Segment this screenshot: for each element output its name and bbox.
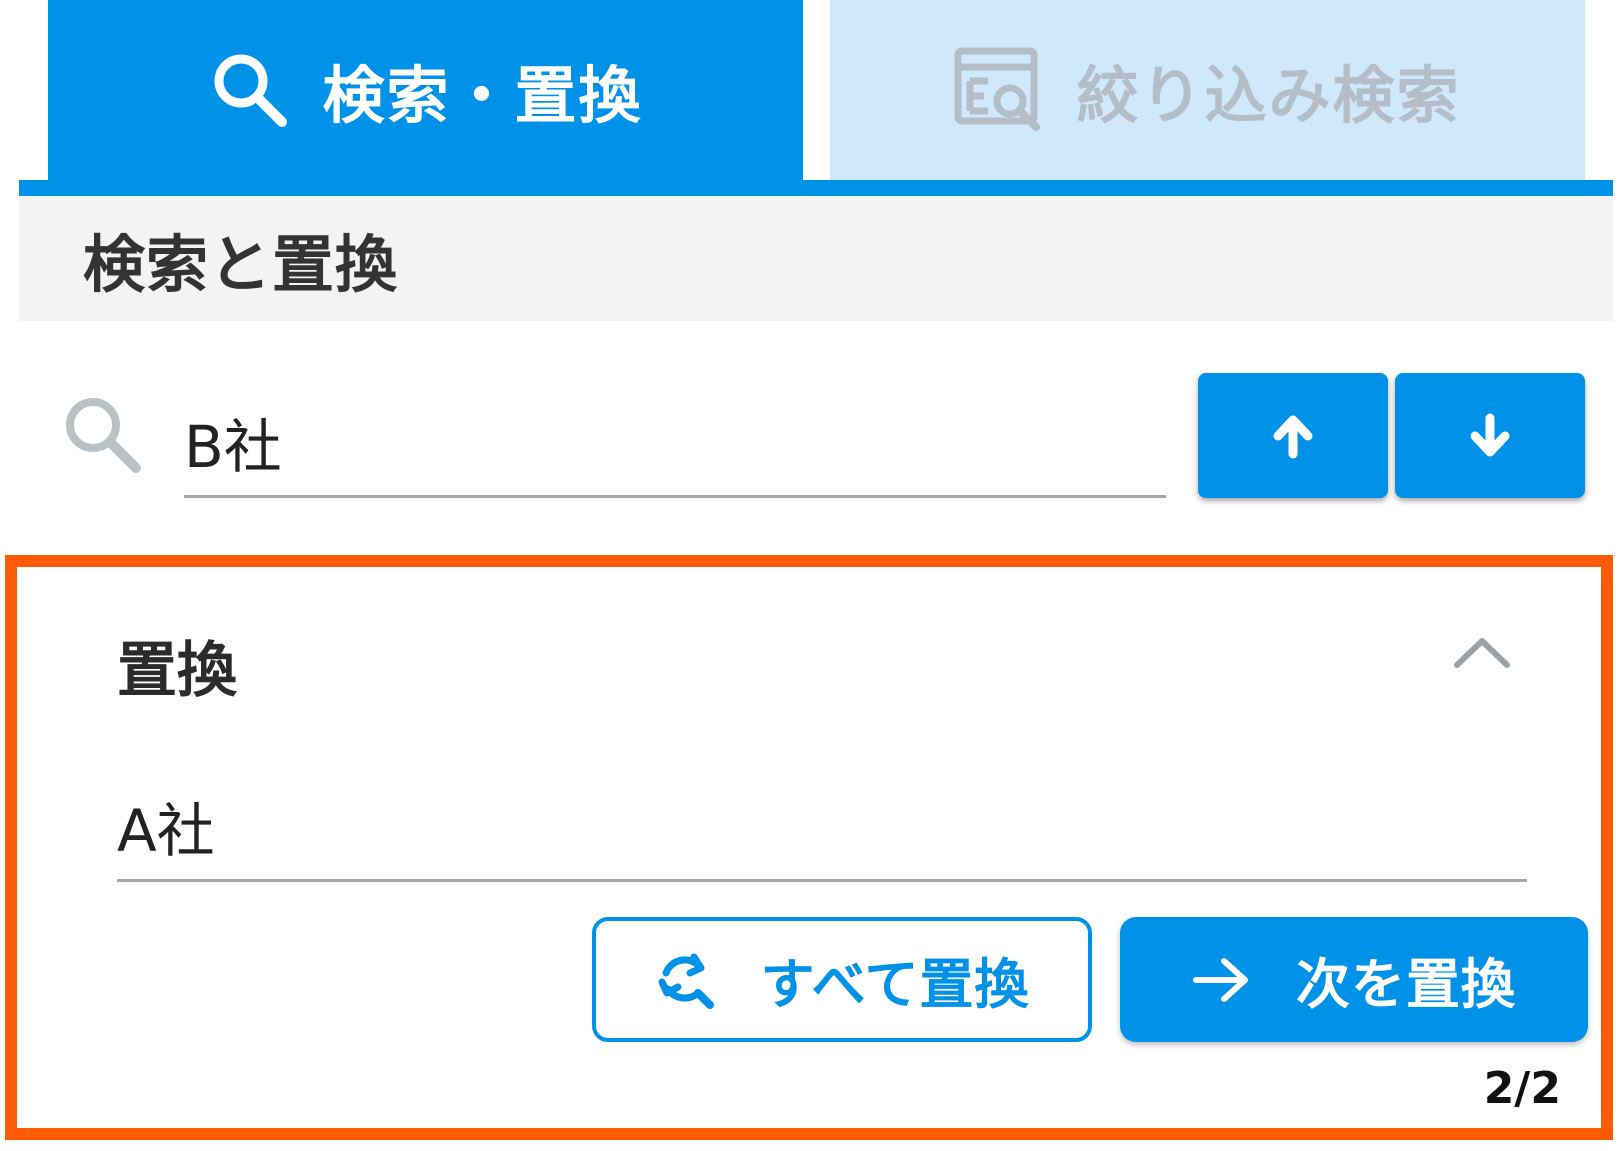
tab-label: 絞り込み検索 xyxy=(1076,59,1461,132)
previous-match-button[interactable] xyxy=(1198,373,1388,498)
next-match-button[interactable] xyxy=(1395,373,1585,498)
replace-input[interactable] xyxy=(117,772,1527,882)
arrow-right-icon xyxy=(1192,955,1252,1005)
search-input[interactable] xyxy=(184,388,1166,498)
search-icon xyxy=(60,392,146,478)
section-title: 検索と置換 xyxy=(83,227,399,301)
replace-next-button[interactable]: 次を置換 xyxy=(1120,917,1588,1042)
tab-underline xyxy=(19,180,1613,196)
tab-search-replace[interactable]: 検索・置換 xyxy=(48,0,803,180)
arrow-up-icon xyxy=(1269,412,1317,460)
replace-all-icon xyxy=(654,949,716,1011)
replace-section: 置換 すべて置換 xyxy=(5,555,1613,1140)
filter-search-icon xyxy=(954,47,1046,133)
search-replace-panel: 検索・置換 絞り込み検索 検索と置換 B社 置換 A社 すべて置換 次を置換 2… xyxy=(0,0,1620,1151)
arrow-down-icon xyxy=(1466,412,1514,460)
replace-all-button[interactable]: すべて置換 xyxy=(592,917,1092,1042)
replace-all-label: すべて置換 xyxy=(760,955,1030,1015)
chevron-up-icon[interactable] xyxy=(1447,627,1517,677)
search-icon xyxy=(208,48,292,132)
section-header: 検索と置換 xyxy=(19,196,1613,321)
match-count: 2/2 xyxy=(1483,1063,1561,1114)
tab-filter-search[interactable]: 絞り込み検索 xyxy=(830,0,1585,180)
replace-title: 置換 xyxy=(117,636,237,706)
replace-next-label: 次を置換 xyxy=(1296,955,1516,1015)
tab-label: 検索・置換 xyxy=(322,59,643,132)
